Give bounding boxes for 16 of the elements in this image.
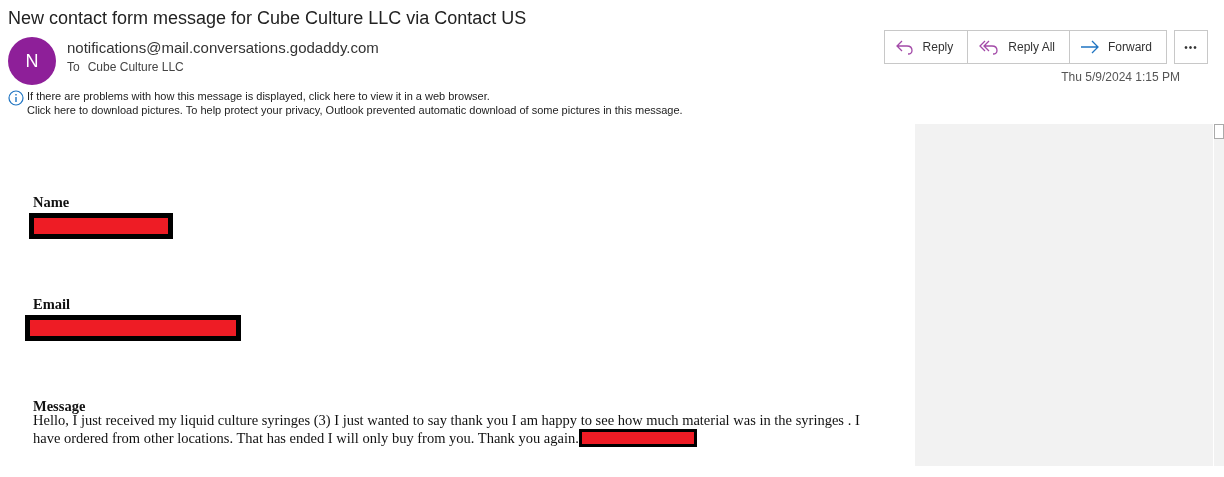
message-date: Thu 5/9/2024 1:15 PM bbox=[1061, 70, 1180, 84]
view-in-browser-notice[interactable]: If there are problems with how this message is displayed, click here to view it in a web browser. bbox=[27, 89, 683, 103]
window-title: New contact form message for Cube Culture LLC via Contact US bbox=[8, 8, 527, 29]
more-button[interactable]: ••• bbox=[1174, 30, 1208, 64]
reply-icon bbox=[894, 39, 915, 55]
scrollbar[interactable] bbox=[1213, 124, 1224, 466]
info-icon bbox=[8, 90, 24, 106]
to-label: To bbox=[67, 60, 80, 74]
download-pictures-notice[interactable]: Click here to download pictures. To help protect your privacy, Outlook prevented automatic download of some pictures in this message. bbox=[27, 103, 683, 117]
field-label: Email bbox=[33, 297, 71, 311]
sender-address: notifications@mail.conversations.godaddy.com bbox=[67, 39, 379, 56]
recipient-name: Cube Culture LLC bbox=[87, 60, 184, 74]
reply-all-icon bbox=[978, 39, 1001, 55]
forward-arrow-icon bbox=[1080, 40, 1100, 54]
avatar: N bbox=[8, 37, 56, 85]
field-label: Name bbox=[33, 195, 70, 209]
